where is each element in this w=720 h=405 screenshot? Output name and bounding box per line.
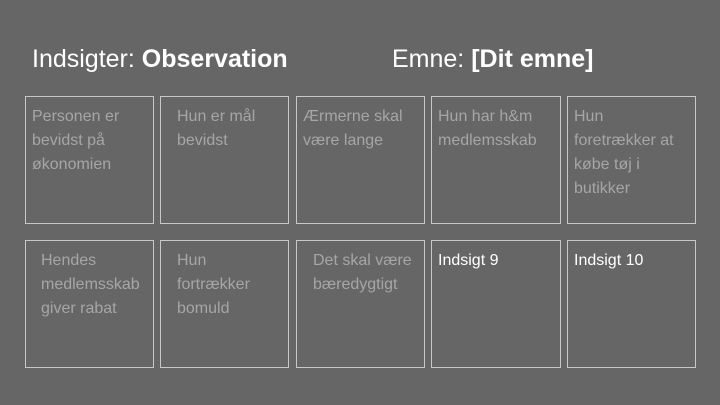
insight-card-text: Hendes medlemsskab giver rabat bbox=[41, 252, 140, 317]
insights-heading: Indsigter: Observation bbox=[32, 44, 288, 74]
insight-card-3[interactable]: Ærmerne skal være lange bbox=[296, 96, 425, 224]
topic-heading: Emne: [Dit emne] bbox=[392, 44, 593, 74]
insight-card-9[interactable]: Indsigt 9 bbox=[431, 240, 561, 368]
insights-label: Indsigter: bbox=[32, 45, 135, 73]
insight-card-text: Indsigt 10 bbox=[574, 252, 644, 269]
insight-card-1[interactable]: Personen er bevidst på økonomien bbox=[25, 96, 154, 224]
insight-card-text: Ærmerne skal være lange bbox=[303, 108, 403, 149]
insight-card-text: Indsigt 9 bbox=[438, 252, 499, 269]
insights-value: Observation bbox=[141, 45, 288, 73]
insight-card-text: Hun foretrækker at købe tøj i butikker bbox=[574, 108, 674, 197]
insight-card-2[interactable]: Hun er mål bevidst bbox=[160, 96, 289, 224]
insight-card-4[interactable]: Hun har h&m medlemsskab bbox=[431, 96, 561, 224]
insight-card-10[interactable]: Indsigt 10 bbox=[567, 240, 696, 368]
topic-value: [Dit emne] bbox=[471, 45, 594, 73]
insight-card-text: Hun fortrækker bomuld bbox=[177, 252, 250, 317]
insight-card-text: Det skal være bæredygtigt bbox=[313, 252, 412, 293]
insight-card-6[interactable]: Hendes medlemsskab giver rabat bbox=[25, 240, 154, 368]
insight-card-text: Hun har h&m medlemsskab bbox=[438, 108, 537, 149]
insight-card-7[interactable]: Hun fortrækker bomuld bbox=[160, 240, 289, 368]
topic-label: Emne: bbox=[392, 45, 465, 73]
insight-card-8[interactable]: Det skal være bæredygtigt bbox=[296, 240, 425, 368]
insight-card-text: Hun er mål bevidst bbox=[177, 108, 256, 149]
insight-card-text: Personen er bevidst på økonomien bbox=[32, 108, 120, 173]
insight-card-5[interactable]: Hun foretrækker at købe tøj i butikker bbox=[567, 96, 696, 224]
